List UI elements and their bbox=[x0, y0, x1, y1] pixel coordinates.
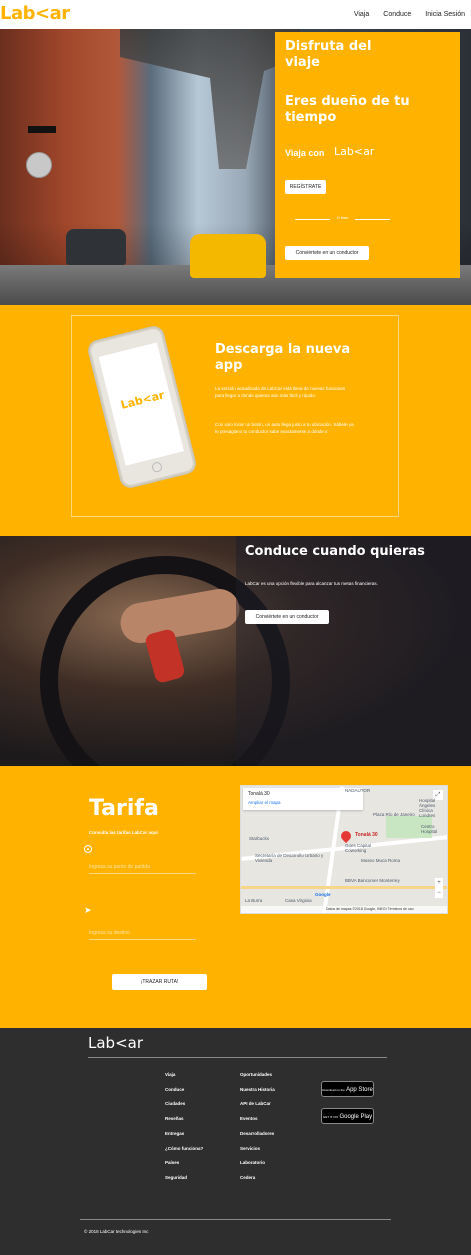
google-logo: Google bbox=[315, 892, 331, 897]
zoom-in-icon[interactable]: + bbox=[435, 878, 443, 888]
footer-link[interactable]: Viaja bbox=[165, 1068, 203, 1083]
footer-link[interactable]: Nuestra Historia bbox=[240, 1083, 275, 1098]
footer-link[interactable]: ¿Cómo funciona? bbox=[165, 1142, 203, 1157]
map-pin-label: Tonalá 30 bbox=[355, 832, 378, 838]
phone-home-button bbox=[150, 461, 164, 474]
map-label: Starbucks bbox=[249, 836, 270, 841]
register-button[interactable]: REGÍSTRATE bbox=[285, 180, 326, 194]
app-store-badge[interactable]: Download on the App Store bbox=[321, 1081, 374, 1097]
footer-link[interactable]: Desarrolladores bbox=[240, 1127, 275, 1142]
map-label: Secretaría de Desarrollo Urbano y Vivien… bbox=[255, 853, 324, 863]
footer-divider bbox=[88, 1057, 387, 1058]
footer-link[interactable]: Oportunidades bbox=[240, 1068, 275, 1083]
map-label: Museo Muca Roma bbox=[361, 858, 401, 863]
destination-input[interactable] bbox=[89, 926, 196, 940]
drive-become-driver-button[interactable]: Conviértete en un conductor bbox=[245, 610, 329, 624]
download-paragraph-2: Con solo tocar un botón, un auto llega j… bbox=[215, 422, 354, 434]
download-title: Descarga la nueva app bbox=[215, 342, 351, 373]
hero-heading-enjoy: Disfruta del viaje bbox=[285, 39, 372, 70]
street-sign-circle-image bbox=[26, 152, 52, 178]
footer-link[interactable]: Ciudades bbox=[165, 1097, 203, 1112]
drive-overlay bbox=[236, 536, 471, 766]
fare-section: Tarifa Consulta las tarifas LabCar aquí … bbox=[0, 766, 471, 1028]
map-label: Centro Hospital bbox=[421, 824, 438, 834]
origin-icon bbox=[84, 845, 92, 853]
google-play-text: Google Play bbox=[339, 1114, 373, 1120]
footer-link[interactable]: Seguridad bbox=[165, 1171, 203, 1186]
labcar-logo[interactable]: Lab<ar bbox=[0, 3, 70, 24]
google-play-badge[interactable]: GET IT ON Google Play bbox=[321, 1108, 374, 1124]
street-sign-image bbox=[28, 126, 56, 133]
footer-logo[interactable]: Lab<ar bbox=[88, 1034, 143, 1052]
or-divider: O bien bbox=[285, 215, 400, 223]
map-label: Plaza Río de Janeiro bbox=[373, 812, 415, 817]
footer-link[interactable]: Cedera bbox=[240, 1171, 275, 1186]
footer-bottom-divider bbox=[80, 1219, 391, 1220]
footer-link[interactable]: API de LabCar bbox=[240, 1097, 275, 1112]
become-driver-button[interactable]: Conviértete en un conductor bbox=[285, 246, 369, 260]
hero-bridge-image bbox=[120, 29, 300, 169]
google-play-small-text: GET IT ON bbox=[322, 1115, 338, 1119]
map-label: La Burra bbox=[245, 898, 263, 903]
viaja-con-text: Viaja con bbox=[285, 148, 325, 158]
download-paragraph-1: La versión actualizada de LabCar está ll… bbox=[215, 386, 346, 398]
nav-link-conduce[interactable]: Conduce bbox=[383, 11, 411, 18]
footer-col-1: Viaja Conduce Ciudades Reseñas Entregas … bbox=[165, 1068, 203, 1186]
nav-links: Viaja Conduce Inicia Sesión bbox=[354, 11, 465, 18]
map-label: Casa Virginia bbox=[285, 898, 312, 903]
footer-link[interactable]: Servicios bbox=[240, 1142, 275, 1157]
nav-link-viaja[interactable]: Viaja bbox=[354, 11, 369, 18]
map-label: NADAUTOR bbox=[345, 788, 371, 793]
fare-subtitle: Consulta las tarifas LabCar aquí bbox=[89, 830, 158, 835]
map-enlarge-link[interactable]: Ampliar el mapa bbox=[248, 800, 281, 805]
app-store-text: App Store bbox=[346, 1087, 373, 1093]
site-footer: Lab<ar Viaja Conduce Ciudades Reseñas En… bbox=[0, 1028, 471, 1255]
destination-arrow-icon: ➤ bbox=[84, 905, 92, 915]
footer-link[interactable]: Conduce bbox=[165, 1083, 203, 1098]
map-attribution: Datos de mapas ©2018 Google, INEGI Térmi… bbox=[241, 906, 447, 913]
footer-link[interactable]: Reseñas bbox=[165, 1112, 203, 1127]
map-place-name: Tonalá 30 bbox=[248, 791, 270, 797]
map-label: Goes Capital Coworking bbox=[345, 843, 372, 853]
map-terms-link[interactable]: Términos de uso bbox=[387, 907, 413, 911]
map-attribution-text: Datos de mapas ©2018 Google, INEGI bbox=[326, 907, 387, 911]
origin-input[interactable] bbox=[89, 860, 196, 874]
map-label: BBVA Bancomer Monterrey bbox=[345, 878, 400, 883]
viaja-con-logo: Lab<ar bbox=[334, 145, 375, 158]
footer-link[interactable]: Laboratorio bbox=[240, 1156, 275, 1171]
drive-title: Conduce cuando quieras bbox=[245, 544, 425, 559]
hero-heading-time: Eres dueño de tu tiempo bbox=[285, 94, 410, 125]
nav-link-login[interactable]: Inicia Sesión bbox=[425, 11, 465, 18]
top-navbar: Lab<ar Viaja Conduce Inicia Sesión bbox=[0, 0, 471, 29]
drive-text: LabCar es una opción flexible para alcan… bbox=[245, 581, 378, 586]
footer-link[interactable]: Eventos bbox=[240, 1112, 275, 1127]
app-store-small-text: Download on the bbox=[322, 1088, 345, 1092]
map-zoom-control[interactable]: + − bbox=[435, 878, 443, 898]
zoom-out-icon[interactable]: − bbox=[435, 888, 443, 898]
fare-title: Tarifa bbox=[89, 796, 159, 821]
map-label: Hospital Ángeles Clínica Londres bbox=[419, 798, 436, 818]
google-map[interactable]: Tonalá 30 Ampliar el mapa ⤢ Tonalá 30 Pl… bbox=[240, 785, 448, 914]
black-car-image bbox=[66, 229, 126, 265]
phone-logo: Lab<ar bbox=[119, 388, 166, 412]
map-pin-icon bbox=[338, 828, 354, 844]
footer-col-2: Oportunidades Nuestra Historia API de La… bbox=[240, 1068, 275, 1186]
download-app-section: Lab<ar Descarga la nueva app La versión … bbox=[0, 305, 471, 536]
footer-link[interactable]: Entregas bbox=[165, 1127, 203, 1142]
copyright-text: © 2018 LabCar technologies Inc bbox=[84, 1229, 149, 1234]
map-road bbox=[241, 886, 447, 889]
hero-card: Disfruta del viaje Eres dueño de tu tiem… bbox=[275, 32, 460, 278]
yellow-taxi-image bbox=[190, 234, 266, 278]
footer-link[interactable]: Países bbox=[165, 1156, 203, 1171]
trace-route-button[interactable]: ¡TRAZAR RUTA! bbox=[112, 974, 207, 990]
drive-section: Conduce cuando quieras LabCar es una opc… bbox=[0, 536, 471, 766]
